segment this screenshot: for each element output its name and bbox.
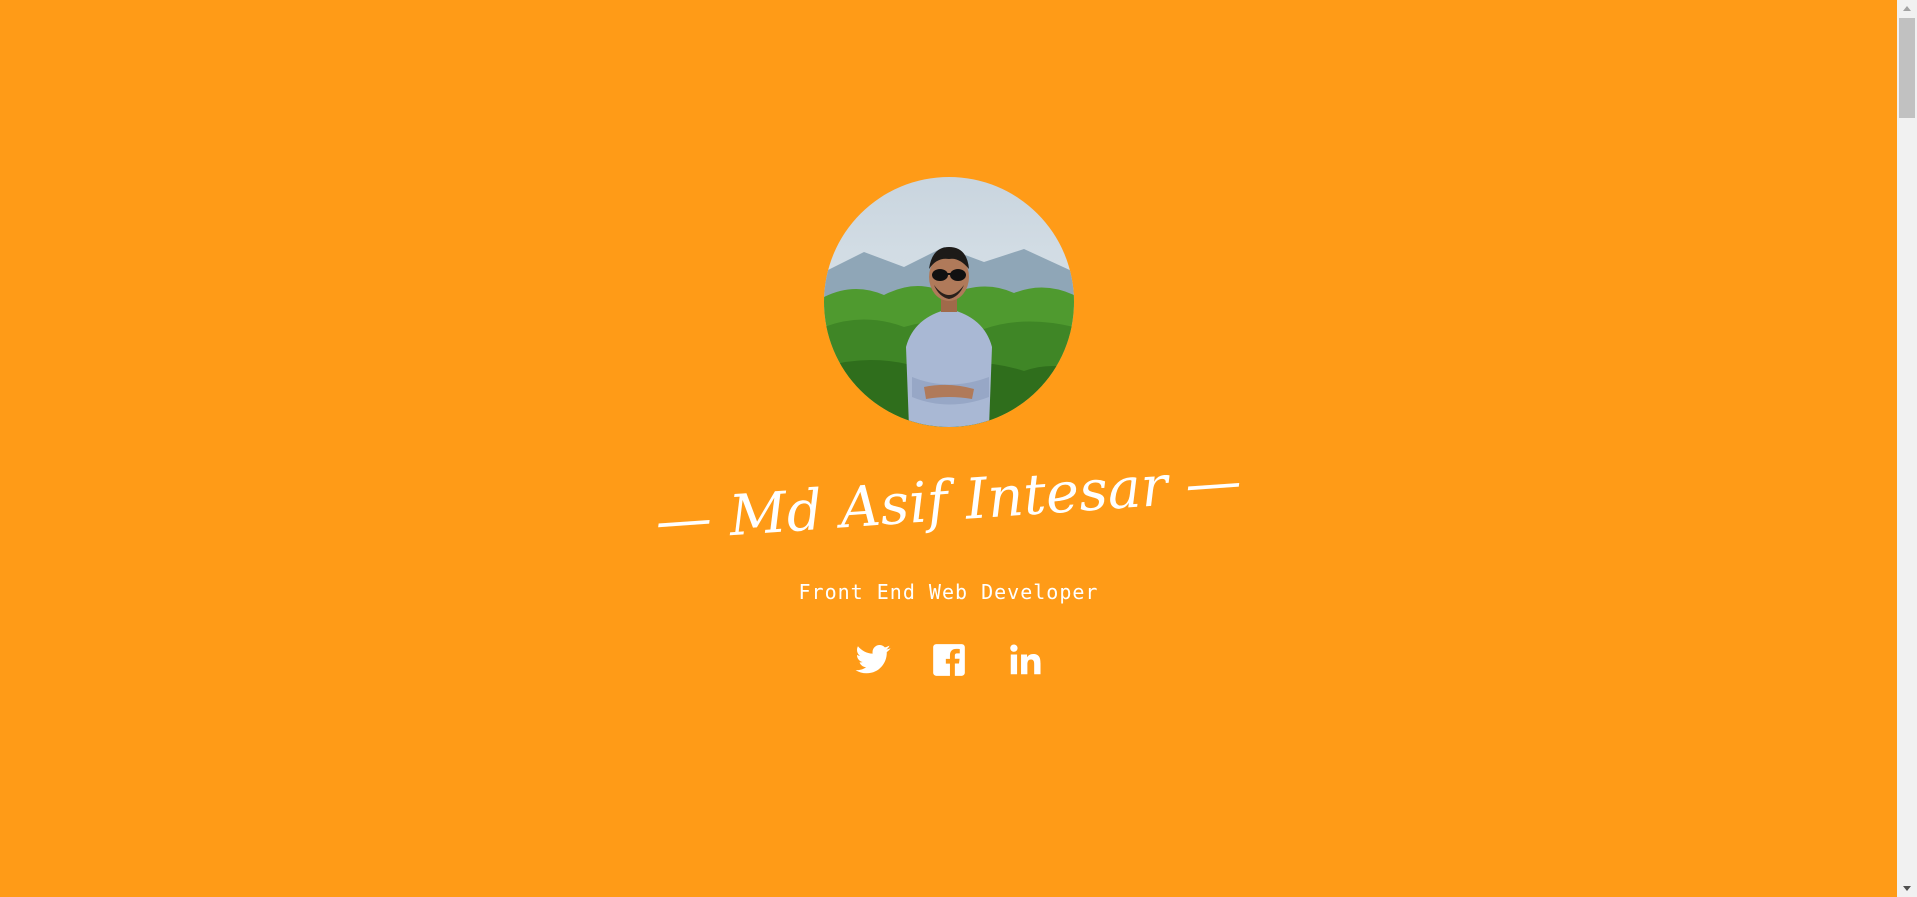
profile-name: — Md Asif Intesar — <box>653 448 1244 555</box>
scroll-up-arrow-icon[interactable] <box>1897 0 1917 17</box>
scroll-down-arrow-icon[interactable] <box>1897 880 1917 897</box>
profile-role: Front End Web Developer <box>798 580 1099 604</box>
linkedin-link[interactable] <box>1006 640 1044 680</box>
profile-photo <box>824 177 1074 427</box>
facebook-icon <box>932 644 965 676</box>
facebook-link[interactable] <box>930 640 968 680</box>
avatar <box>824 177 1074 427</box>
scrollbar-thumb[interactable] <box>1899 18 1915 118</box>
twitter-link[interactable] <box>854 640 892 680</box>
twitter-icon <box>855 644 890 674</box>
social-links <box>0 640 1897 680</box>
landing-page: — Md Asif Intesar — Front End Web Develo… <box>0 0 1897 897</box>
vertical-scrollbar[interactable] <box>1897 0 1917 897</box>
linkedin-icon <box>1009 644 1041 675</box>
